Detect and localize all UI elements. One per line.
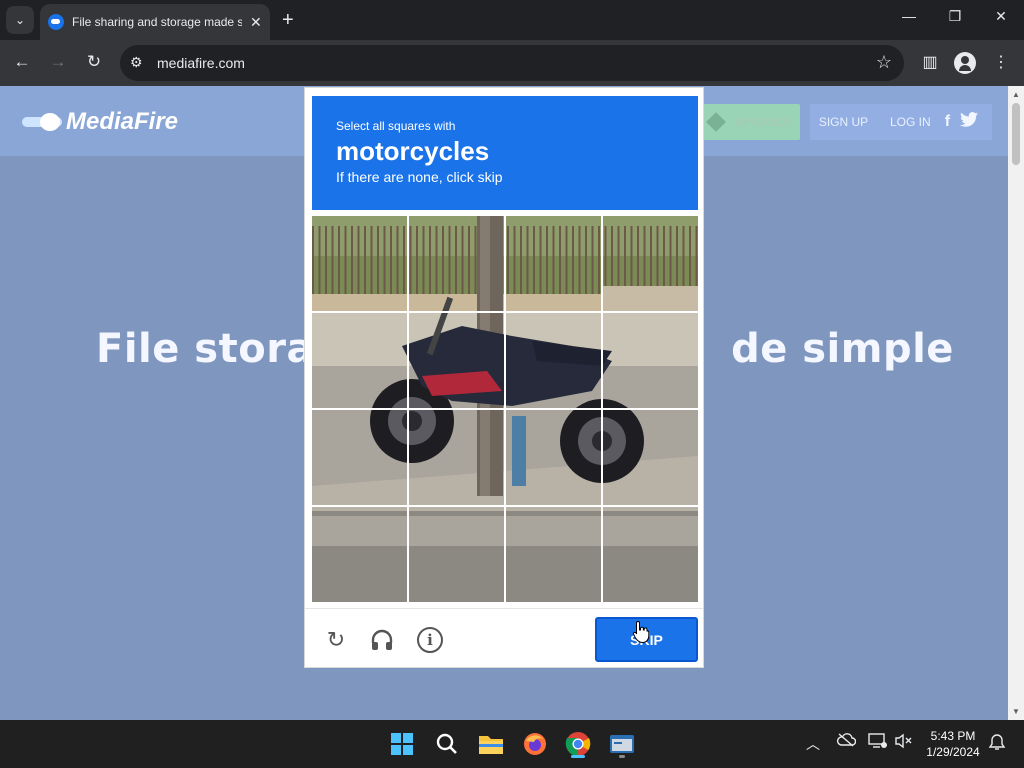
notifications-bell-icon[interactable] (988, 733, 1006, 754)
captcha-header: Select all squares with motorcycles If t… (312, 96, 698, 210)
mediafire-flame-icon (22, 111, 64, 133)
scroll-up-icon[interactable]: ▲ (1012, 90, 1020, 99)
captcha-tile[interactable] (603, 313, 698, 408)
show-hidden-icons-chevron-icon[interactable]: ︿ (806, 734, 820, 754)
browser-toolbar: ← → ↻ ⚙ mediafire.com ☆ ▥ ⋮ (0, 40, 1024, 86)
captcha-tile[interactable] (603, 507, 698, 602)
bookmark-star-icon[interactable]: ☆ (876, 52, 892, 73)
back-button[interactable]: ← (10, 52, 34, 72)
scroll-down-icon[interactable]: ▼ (1012, 707, 1020, 716)
new-tab-button[interactable]: + (282, 8, 294, 32)
reload-button[interactable]: ↻ (82, 52, 106, 72)
hero-text-right: de simple (731, 326, 954, 372)
clock-date: 1/29/2024 (926, 745, 980, 759)
captcha-tile[interactable] (312, 313, 407, 408)
onedrive-cloud-icon[interactable] (836, 732, 857, 751)
captcha-tile[interactable] (506, 507, 601, 602)
page-scrollbar[interactable]: ▲ ▼ (1008, 86, 1024, 720)
address-bar[interactable]: ⚙ mediafire.com ☆ (120, 45, 904, 81)
windows-logo-icon (391, 733, 413, 755)
captcha-target: motorcycles (336, 136, 490, 166)
captcha-tile[interactable] (409, 216, 504, 311)
side-panel-icon[interactable]: ▥ (919, 52, 941, 72)
captcha-tile[interactable] (409, 313, 504, 408)
captcha-tile[interactable] (312, 410, 407, 505)
captcha-hint: If there are none, click skip (336, 169, 503, 185)
captcha-tile[interactable] (506, 216, 601, 311)
captcha-tile[interactable] (603, 216, 698, 311)
captcha-instruction: Select all squares with (336, 119, 456, 133)
profile-avatar-icon[interactable] (954, 52, 976, 74)
volume-muted-icon[interactable] (894, 732, 914, 753)
captcha-image-grid (312, 216, 698, 602)
minimize-button[interactable]: — (886, 8, 932, 24)
logo-text: MediaFire (66, 108, 179, 135)
headphones-icon[interactable] (369, 627, 395, 653)
browser-tab[interactable]: File sharing and storage made simple ✕ (40, 4, 270, 40)
log-in-group: LOG IN f (877, 104, 992, 140)
info-icon[interactable]: i (417, 627, 443, 653)
mediafire-logo[interactable]: MediaFire (22, 108, 178, 136)
site-info-icon[interactable]: ⚙ (130, 54, 148, 72)
terminal-button[interactable] (606, 728, 638, 760)
file-explorer-button[interactable] (475, 728, 507, 760)
search-button[interactable] (431, 728, 463, 760)
captcha-tile[interactable] (312, 507, 407, 602)
active-app-indicator (571, 755, 585, 758)
facebook-icon[interactable]: f (945, 113, 950, 131)
tab-search-button[interactable]: ⌄ (6, 6, 34, 34)
captcha-tile[interactable] (409, 507, 504, 602)
captcha-tile[interactable] (312, 216, 407, 311)
log-in-button[interactable]: LOG IN (890, 115, 931, 129)
captcha-tile[interactable] (506, 410, 601, 505)
chrome-icon (565, 732, 591, 756)
close-window-button[interactable]: ✕ (978, 8, 1024, 25)
search-icon (436, 733, 457, 754)
firefox-button[interactable] (519, 728, 551, 760)
tab-title: File sharing and storage made simple (72, 15, 242, 29)
upgrade-icon (705, 112, 726, 132)
forward-button[interactable]: → (46, 52, 70, 72)
menu-icon[interactable]: ⋮ (990, 52, 1012, 72)
folder-icon (479, 736, 503, 754)
captcha-tile[interactable] (409, 410, 504, 505)
running-app-indicator (619, 755, 625, 758)
upgrade-button[interactable]: UPGRADE (703, 104, 800, 140)
clock-time: 5:43 PM (930, 729, 976, 743)
refresh-icon[interactable]: ↻ (323, 627, 349, 653)
url-text[interactable]: mediafire.com (157, 55, 245, 71)
captcha-challenge: Select all squares with motorcycles If t… (304, 87, 704, 668)
system-clock[interactable]: 5:43 PM 1/29/2024 (920, 728, 986, 760)
captcha-tile[interactable] (506, 313, 601, 408)
sign-up-button[interactable]: SIGN UP (810, 104, 877, 140)
close-tab-icon[interactable]: ✕ (250, 14, 262, 31)
restore-button[interactable]: ❐ (932, 8, 978, 25)
captcha-tile[interactable] (603, 410, 698, 505)
start-button[interactable] (386, 728, 418, 760)
mediafire-favicon-icon (48, 14, 64, 30)
chrome-button[interactable] (562, 728, 594, 760)
hand-cursor-icon (633, 620, 649, 644)
scroll-thumb[interactable] (1012, 103, 1020, 165)
firefox-icon (524, 733, 546, 755)
terminal-window-icon (610, 735, 634, 753)
windows-taskbar: ︿ 5:43 PM 1/29/2024 (0, 720, 1024, 768)
tab-strip: ⌄ File sharing and storage made simple ✕… (0, 0, 1024, 40)
twitter-icon[interactable] (960, 112, 979, 132)
network-icon[interactable] (868, 732, 888, 753)
chevron-down-icon: ⌄ (14, 13, 26, 27)
upgrade-label: UPGRADE (734, 115, 795, 129)
